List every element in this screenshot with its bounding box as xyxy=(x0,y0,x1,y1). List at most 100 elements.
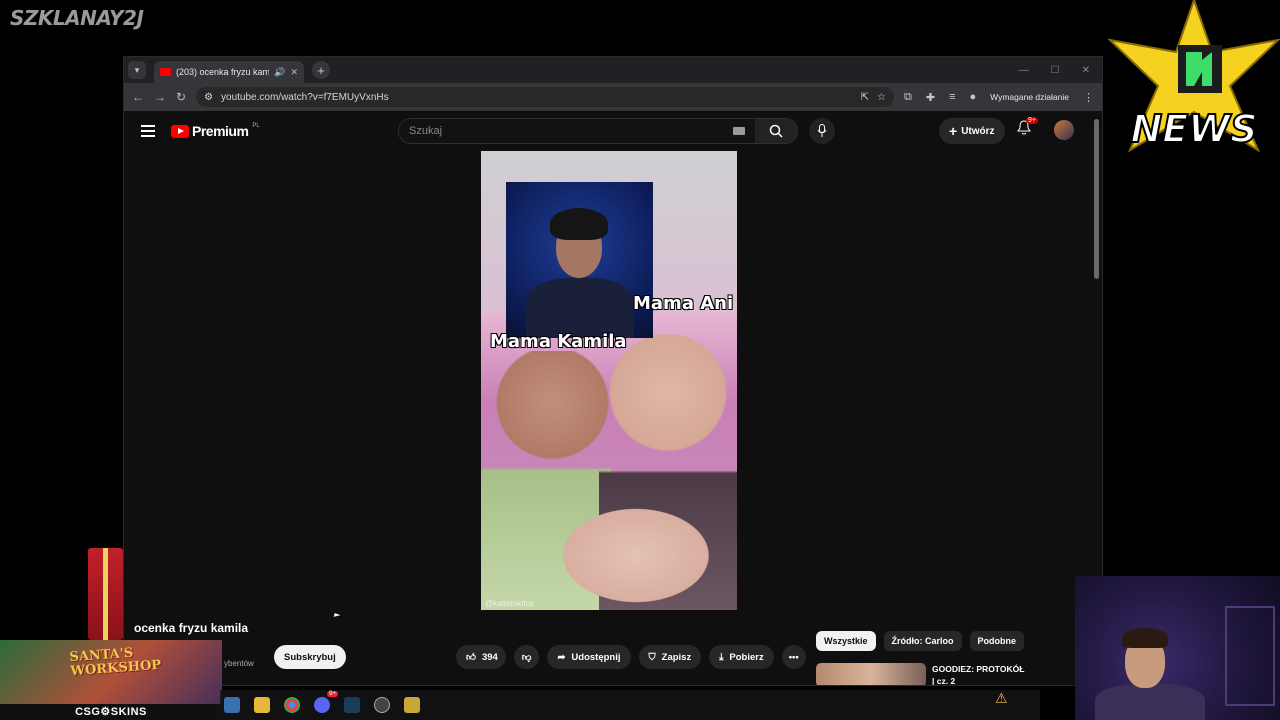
create-label: Utwórz xyxy=(961,125,995,137)
microphone-icon xyxy=(817,124,827,137)
logo-region: PL xyxy=(252,123,260,129)
notifications-button[interactable]: 9+ xyxy=(1017,117,1038,140)
tab-title: (203) ocenka fryzu kamila - xyxy=(176,67,270,77)
reaction-cam-overlay xyxy=(506,182,653,338)
action-bar: 👍︎ 394 👎︎ ➦ Udostępnij ⛉ Zapisz ⤓ Pobier… xyxy=(456,645,806,669)
profile-icon[interactable]: ● xyxy=(970,91,977,103)
warning-icon[interactable]: ⚠ xyxy=(995,690,1008,707)
recommended-thumbnail[interactable] xyxy=(816,663,926,685)
extensions-puzzle-icon[interactable]: ✚ xyxy=(926,91,935,104)
dislike-button[interactable]: 👎︎ xyxy=(513,645,540,669)
close-window-icon[interactable]: ✕ xyxy=(1082,65,1090,76)
more-actions-button[interactable]: ••• xyxy=(781,645,806,669)
install-app-icon[interactable]: ⇱ xyxy=(861,92,869,103)
sponsor-banner: SANTA'S WORKSHOP CSG⚙SKINS xyxy=(0,640,222,720)
video-title: ocenka fryzu kamila xyxy=(134,621,249,635)
youtube-logo[interactable]: Premium PL xyxy=(171,123,260,139)
recommended-video[interactable]: GOODIEZ: PROTOKÓŁ | cz. 2 xyxy=(816,663,1025,686)
bookmark-star-icon[interactable]: ☆ xyxy=(877,92,886,103)
more-icon: ••• xyxy=(788,651,799,663)
keyboard-icon[interactable] xyxy=(733,127,745,135)
share-label: Udostępnij xyxy=(571,651,621,663)
back-icon[interactable]: ← xyxy=(132,90,144,104)
obs-icon[interactable] xyxy=(374,697,390,713)
share-icon: ➦ xyxy=(557,651,566,663)
search-input[interactable]: Szukaj xyxy=(399,119,755,143)
address-bar: ← → ↻ ⚙ youtube.com/watch?v=f7EMUyVxnHs … xyxy=(124,83,1102,111)
overlay-label-left: Mama Kamila xyxy=(490,331,627,352)
news-logo-text: NEWS xyxy=(1130,107,1257,151)
recommended-title: GOODIEZ: PROTOKÓŁ xyxy=(932,664,1025,674)
thumbs-up-icon: 👍︎ xyxy=(466,652,476,663)
related-filter-chips: Wszystkie Źródło: Carloo Podobne xyxy=(816,631,1025,651)
create-button[interactable]: + Utwórz xyxy=(939,118,1005,144)
extension-icon[interactable]: ⧉ xyxy=(904,91,912,104)
youtube-masthead: Premium PL Szukaj + Utwórz 9+ xyxy=(124,111,1102,151)
site-info-icon[interactable]: ⚙ xyxy=(204,92,213,103)
streamer-webcam xyxy=(1075,576,1280,720)
tab-search-button[interactable]: ▾ xyxy=(128,61,146,79)
voice-search-button[interactable] xyxy=(809,118,835,144)
thumbs-down-icon: 👎︎ xyxy=(521,652,532,663)
action-required-label[interactable]: Wymagane działanie xyxy=(990,92,1069,102)
subscriber-count: ybentów xyxy=(224,659,254,668)
gift-box-decoration xyxy=(88,548,123,640)
window-controls: — ☐ ✕ xyxy=(1019,65,1102,76)
search-placeholder: Szukaj xyxy=(409,125,443,137)
search-box: Szukaj xyxy=(398,118,798,144)
page-scrollbar[interactable] xyxy=(1094,119,1099,279)
file-explorer-icon[interactable] xyxy=(254,697,270,713)
search-button[interactable] xyxy=(755,119,797,143)
sponsor-brand: CSG⚙SKINS xyxy=(0,704,222,720)
maximize-icon[interactable]: ☐ xyxy=(1051,65,1060,76)
media-control-icon[interactable]: ≡ xyxy=(949,91,955,103)
notification-badge: 9+ xyxy=(1026,117,1038,124)
account-avatar[interactable] xyxy=(1054,120,1074,140)
chrome-icon[interactable] xyxy=(284,697,300,713)
recommended-title-part: | cz. 2 xyxy=(932,676,956,686)
browser-window: ▾ (203) ocenka fryzu kamila - 🔊 ✕ + — ☐ … xyxy=(123,56,1103,686)
video-watermark: @kattemlotus xyxy=(485,599,535,608)
system-tray: ⚠ xyxy=(995,690,1008,707)
video-player[interactable]: Mama Ani Mama Kamila @kattemlotus xyxy=(481,151,737,610)
save-label: Zapisz xyxy=(661,651,692,663)
save-button[interactable]: ⛉ Zapisz xyxy=(638,645,702,669)
forward-icon[interactable]: → xyxy=(154,90,166,104)
search-icon xyxy=(769,124,783,138)
logo-word: Premium xyxy=(192,123,249,139)
reload-icon[interactable]: ↻ xyxy=(176,90,186,104)
discord-icon[interactable]: 9+ xyxy=(314,691,338,713)
taskbar: 9+ xyxy=(220,690,1040,720)
download-button[interactable]: ⤓ Pobierz xyxy=(709,645,774,669)
youtube-favicon-icon xyxy=(160,68,171,76)
steam-icon[interactable] xyxy=(344,697,360,713)
download-icon: ⤓ xyxy=(719,651,724,663)
app-icon[interactable] xyxy=(404,697,420,713)
url-text: youtube.com/watch?v=f7EMUyVxnHs xyxy=(221,91,389,103)
like-button[interactable]: 👍︎ 394 xyxy=(456,645,506,669)
widgets-icon[interactable] xyxy=(224,697,240,713)
screen: SZKLANAY2J NEWS ▾ (203) ocenka fryzu kam… xyxy=(0,0,1280,720)
speaker-icon[interactable]: 🔊 xyxy=(274,67,285,78)
chip-all[interactable]: Wszystkie xyxy=(816,631,876,651)
streamer-tag: SZKLANAY2J xyxy=(10,6,144,30)
plus-icon: + xyxy=(949,123,958,139)
chip-source[interactable]: Źródło: Carloo xyxy=(883,631,962,651)
download-label: Pobierz xyxy=(729,651,764,663)
minimize-icon[interactable]: — xyxy=(1019,65,1029,76)
share-button[interactable]: ➦ Udostępnij xyxy=(547,645,631,669)
like-count: 394 xyxy=(481,651,498,663)
tab-youtube[interactable]: (203) ocenka fryzu kamila - 🔊 ✕ xyxy=(154,61,304,83)
news-logo: NEWS xyxy=(1108,0,1280,153)
chip-similar[interactable]: Podobne xyxy=(969,631,1025,651)
menu-icon[interactable] xyxy=(141,125,155,137)
extensions-area: ⧉ ✚ ≡ ● Wymagane działanie ⋮ xyxy=(904,91,1094,104)
subscribe-button[interactable]: Subskrybuj xyxy=(274,645,346,669)
overlay-label-right: Mama Ani xyxy=(633,293,734,314)
close-tab-icon[interactable]: ✕ xyxy=(290,67,298,78)
browser-menu-icon[interactable]: ⋮ xyxy=(1083,91,1094,104)
omnibox[interactable]: ⚙ youtube.com/watch?v=f7EMUyVxnHs ⇱ ☆ xyxy=(196,87,894,107)
new-tab-button[interactable]: + xyxy=(312,61,330,79)
discord-badge: 9+ xyxy=(327,691,338,697)
tab-strip: ▾ (203) ocenka fryzu kamila - 🔊 ✕ + — ☐ … xyxy=(124,57,1102,83)
